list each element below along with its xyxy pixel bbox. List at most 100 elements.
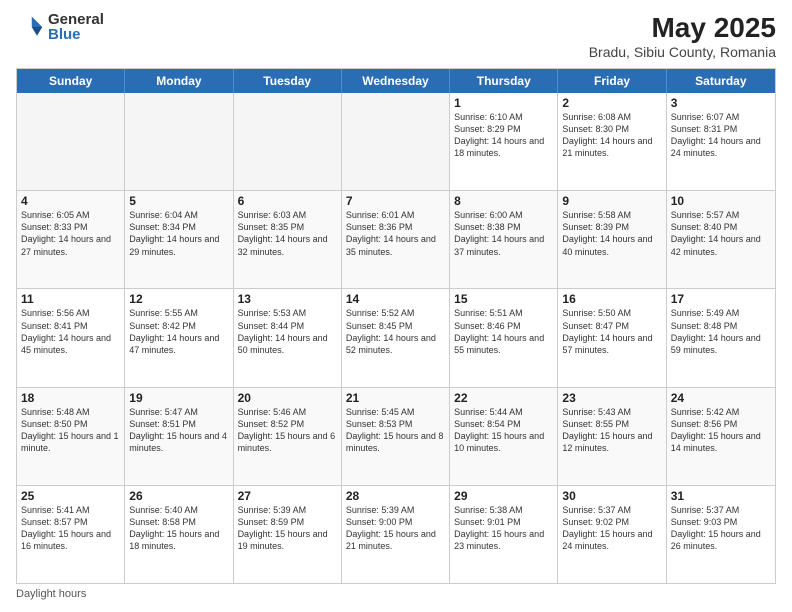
day-info: Sunrise: 5:45 AM Sunset: 8:53 PM Dayligh…: [346, 406, 445, 455]
day-number: 13: [238, 292, 337, 306]
day-info: Sunrise: 5:37 AM Sunset: 9:03 PM Dayligh…: [671, 504, 771, 553]
day-number: 17: [671, 292, 771, 306]
cal-cell: 15Sunrise: 5:51 AM Sunset: 8:46 PM Dayli…: [450, 289, 558, 386]
day-number: 15: [454, 292, 553, 306]
cal-cell: [342, 93, 450, 190]
day-info: Sunrise: 6:07 AM Sunset: 8:31 PM Dayligh…: [671, 111, 771, 160]
cal-cell: 17Sunrise: 5:49 AM Sunset: 8:48 PM Dayli…: [667, 289, 775, 386]
subtitle: Bradu, Sibiu County, Romania: [589, 44, 776, 60]
day-info: Sunrise: 5:51 AM Sunset: 8:46 PM Dayligh…: [454, 307, 553, 356]
logo: General Blue: [16, 12, 104, 42]
day-number: 8: [454, 194, 553, 208]
cal-cell: 16Sunrise: 5:50 AM Sunset: 8:47 PM Dayli…: [558, 289, 666, 386]
day-info: Sunrise: 5:52 AM Sunset: 8:45 PM Dayligh…: [346, 307, 445, 356]
day-number: 21: [346, 391, 445, 405]
cal-cell: 13Sunrise: 5:53 AM Sunset: 8:44 PM Dayli…: [234, 289, 342, 386]
cal-week: 25Sunrise: 5:41 AM Sunset: 8:57 PM Dayli…: [17, 486, 775, 583]
cal-cell: 3Sunrise: 6:07 AM Sunset: 8:31 PM Daylig…: [667, 93, 775, 190]
cal-cell: 9Sunrise: 5:58 AM Sunset: 8:39 PM Daylig…: [558, 191, 666, 288]
cal-cell: 21Sunrise: 5:45 AM Sunset: 8:53 PM Dayli…: [342, 388, 450, 485]
day-number: 12: [129, 292, 228, 306]
cal-cell: 8Sunrise: 6:00 AM Sunset: 8:38 PM Daylig…: [450, 191, 558, 288]
day-info: Sunrise: 5:48 AM Sunset: 8:50 PM Dayligh…: [21, 406, 120, 455]
day-info: Sunrise: 5:43 AM Sunset: 8:55 PM Dayligh…: [562, 406, 661, 455]
cal-cell: 26Sunrise: 5:40 AM Sunset: 8:58 PM Dayli…: [125, 486, 233, 583]
cal-cell: 1Sunrise: 6:10 AM Sunset: 8:29 PM Daylig…: [450, 93, 558, 190]
day-number: 18: [21, 391, 120, 405]
cal-cell: 5Sunrise: 6:04 AM Sunset: 8:34 PM Daylig…: [125, 191, 233, 288]
cal-cell: 7Sunrise: 6:01 AM Sunset: 8:36 PM Daylig…: [342, 191, 450, 288]
logo-icon: [16, 13, 44, 41]
day-info: Sunrise: 5:57 AM Sunset: 8:40 PM Dayligh…: [671, 209, 771, 258]
day-number: 14: [346, 292, 445, 306]
day-info: Sunrise: 6:01 AM Sunset: 8:36 PM Dayligh…: [346, 209, 445, 258]
cal-cell: [125, 93, 233, 190]
day-number: 3: [671, 96, 771, 110]
cal-cell: 28Sunrise: 5:39 AM Sunset: 9:00 PM Dayli…: [342, 486, 450, 583]
day-info: Sunrise: 5:38 AM Sunset: 9:01 PM Dayligh…: [454, 504, 553, 553]
cal-cell: 30Sunrise: 5:37 AM Sunset: 9:02 PM Dayli…: [558, 486, 666, 583]
day-info: Sunrise: 6:03 AM Sunset: 8:35 PM Dayligh…: [238, 209, 337, 258]
cal-header-cell: Monday: [125, 69, 233, 93]
day-info: Sunrise: 6:05 AM Sunset: 8:33 PM Dayligh…: [21, 209, 120, 258]
day-number: 10: [671, 194, 771, 208]
cal-header-cell: Friday: [558, 69, 666, 93]
cal-cell: [17, 93, 125, 190]
day-number: 22: [454, 391, 553, 405]
day-info: Sunrise: 5:53 AM Sunset: 8:44 PM Dayligh…: [238, 307, 337, 356]
day-number: 25: [21, 489, 120, 503]
cal-cell: 22Sunrise: 5:44 AM Sunset: 8:54 PM Dayli…: [450, 388, 558, 485]
day-info: Sunrise: 5:42 AM Sunset: 8:56 PM Dayligh…: [671, 406, 771, 455]
page: General Blue May 2025 Bradu, Sibiu Count…: [0, 0, 792, 612]
day-info: Sunrise: 5:56 AM Sunset: 8:41 PM Dayligh…: [21, 307, 120, 356]
day-info: Sunrise: 5:37 AM Sunset: 9:02 PM Dayligh…: [562, 504, 661, 553]
day-info: Sunrise: 5:49 AM Sunset: 8:48 PM Dayligh…: [671, 307, 771, 356]
cal-week: 1Sunrise: 6:10 AM Sunset: 8:29 PM Daylig…: [17, 93, 775, 191]
cal-cell: 4Sunrise: 6:05 AM Sunset: 8:33 PM Daylig…: [17, 191, 125, 288]
logo-general-text: General: [48, 12, 104, 27]
cal-cell: [234, 93, 342, 190]
cal-cell: 6Sunrise: 6:03 AM Sunset: 8:35 PM Daylig…: [234, 191, 342, 288]
cal-header-cell: Tuesday: [234, 69, 342, 93]
cal-cell: 23Sunrise: 5:43 AM Sunset: 8:55 PM Dayli…: [558, 388, 666, 485]
day-number: 30: [562, 489, 661, 503]
cal-cell: 20Sunrise: 5:46 AM Sunset: 8:52 PM Dayli…: [234, 388, 342, 485]
day-number: 27: [238, 489, 337, 503]
cal-week: 11Sunrise: 5:56 AM Sunset: 8:41 PM Dayli…: [17, 289, 775, 387]
day-info: Sunrise: 5:46 AM Sunset: 8:52 PM Dayligh…: [238, 406, 337, 455]
day-number: 31: [671, 489, 771, 503]
day-info: Sunrise: 5:50 AM Sunset: 8:47 PM Dayligh…: [562, 307, 661, 356]
day-number: 7: [346, 194, 445, 208]
footer-note: Daylight hours: [16, 588, 776, 600]
cal-cell: 2Sunrise: 6:08 AM Sunset: 8:30 PM Daylig…: [558, 93, 666, 190]
cal-cell: 12Sunrise: 5:55 AM Sunset: 8:42 PM Dayli…: [125, 289, 233, 386]
cal-cell: 24Sunrise: 5:42 AM Sunset: 8:56 PM Dayli…: [667, 388, 775, 485]
cal-cell: 11Sunrise: 5:56 AM Sunset: 8:41 PM Dayli…: [17, 289, 125, 386]
day-info: Sunrise: 5:47 AM Sunset: 8:51 PM Dayligh…: [129, 406, 228, 455]
day-number: 6: [238, 194, 337, 208]
logo-blue-text: Blue: [48, 27, 104, 42]
cal-week: 4Sunrise: 6:05 AM Sunset: 8:33 PM Daylig…: [17, 191, 775, 289]
header: General Blue May 2025 Bradu, Sibiu Count…: [16, 12, 776, 60]
logo-text: General Blue: [48, 12, 104, 42]
day-info: Sunrise: 6:04 AM Sunset: 8:34 PM Dayligh…: [129, 209, 228, 258]
day-info: Sunrise: 5:41 AM Sunset: 8:57 PM Dayligh…: [21, 504, 120, 553]
day-number: 2: [562, 96, 661, 110]
main-title: May 2025: [589, 12, 776, 44]
day-number: 29: [454, 489, 553, 503]
cal-cell: 10Sunrise: 5:57 AM Sunset: 8:40 PM Dayli…: [667, 191, 775, 288]
cal-cell: 14Sunrise: 5:52 AM Sunset: 8:45 PM Dayli…: [342, 289, 450, 386]
day-info: Sunrise: 6:10 AM Sunset: 8:29 PM Dayligh…: [454, 111, 553, 160]
day-number: 9: [562, 194, 661, 208]
cal-cell: 29Sunrise: 5:38 AM Sunset: 9:01 PM Dayli…: [450, 486, 558, 583]
cal-header-cell: Wednesday: [342, 69, 450, 93]
day-number: 19: [129, 391, 228, 405]
cal-header-cell: Sunday: [17, 69, 125, 93]
day-info: Sunrise: 6:08 AM Sunset: 8:30 PM Dayligh…: [562, 111, 661, 160]
cal-week: 18Sunrise: 5:48 AM Sunset: 8:50 PM Dayli…: [17, 388, 775, 486]
day-number: 26: [129, 489, 228, 503]
day-info: Sunrise: 5:44 AM Sunset: 8:54 PM Dayligh…: [454, 406, 553, 455]
cal-header-cell: Saturday: [667, 69, 775, 93]
day-info: Sunrise: 6:00 AM Sunset: 8:38 PM Dayligh…: [454, 209, 553, 258]
cal-cell: 27Sunrise: 5:39 AM Sunset: 8:59 PM Dayli…: [234, 486, 342, 583]
